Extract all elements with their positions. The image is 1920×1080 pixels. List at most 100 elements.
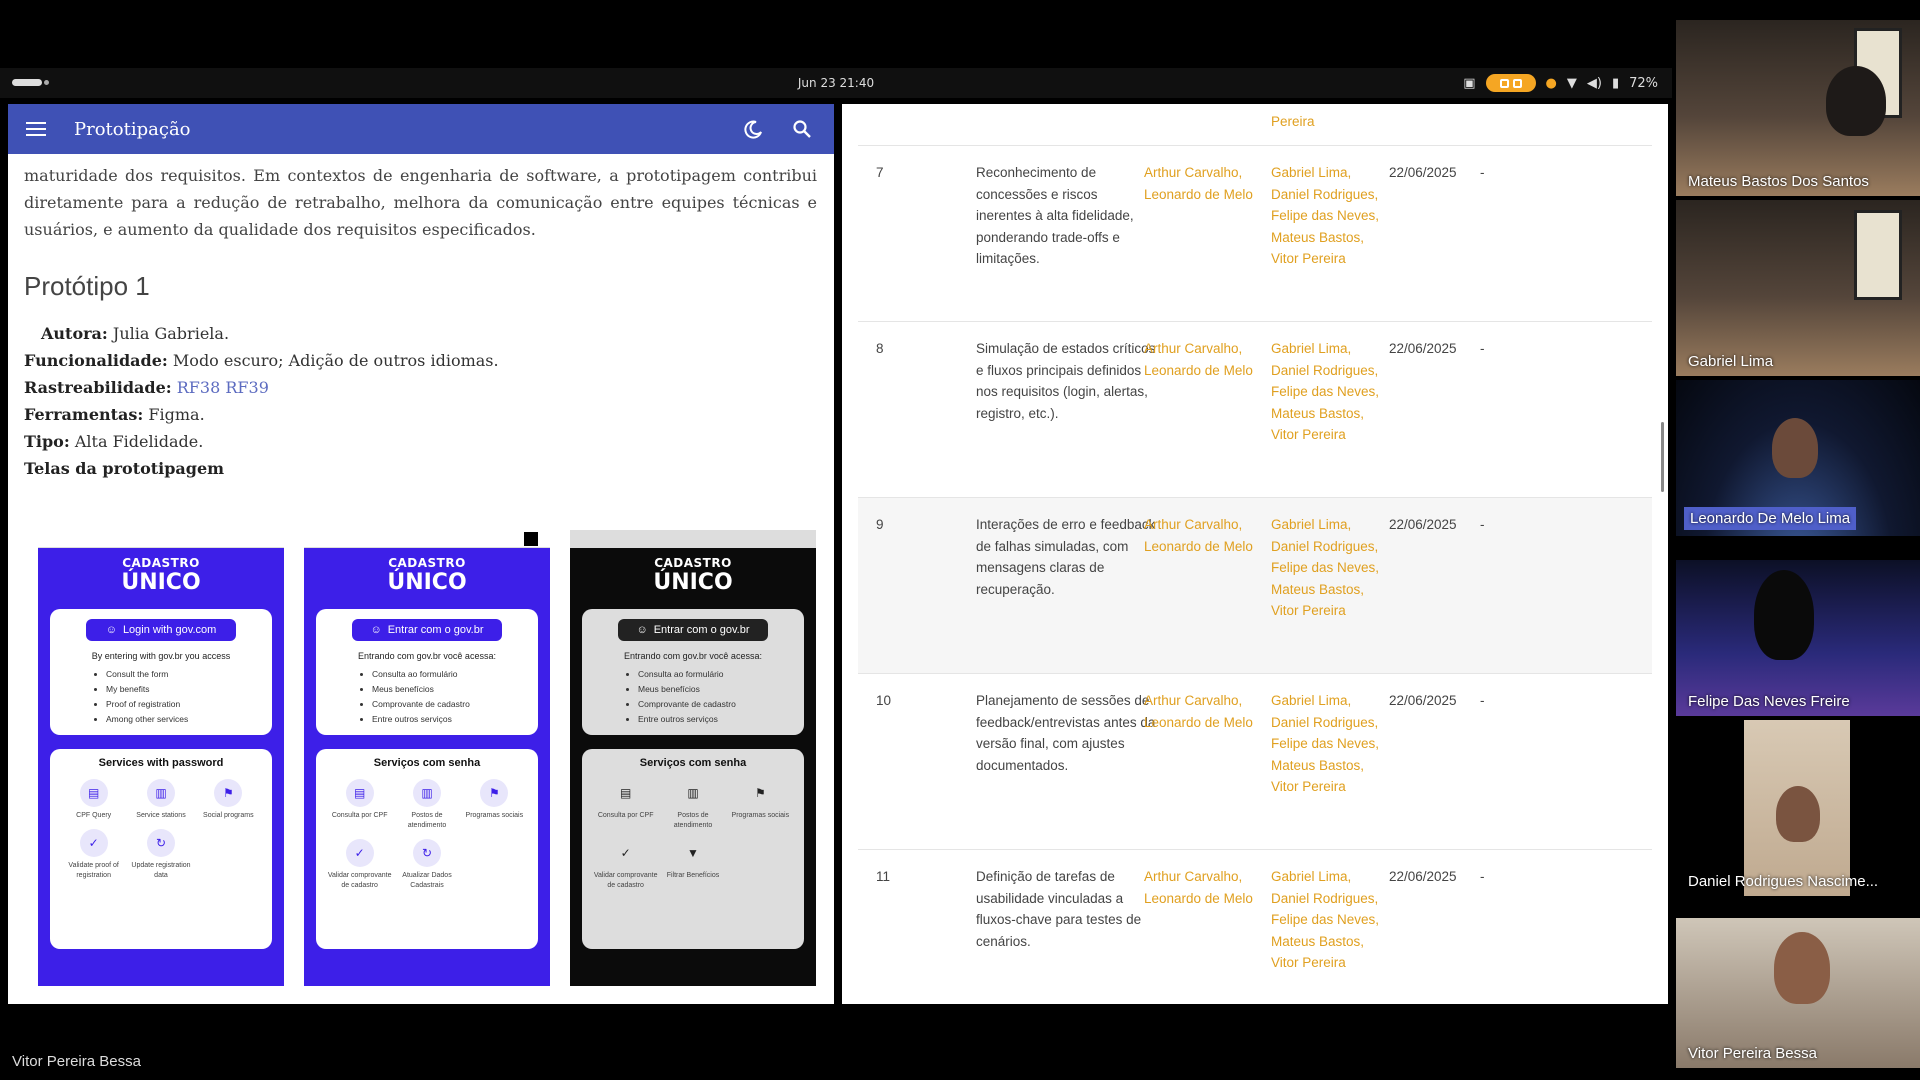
service-icon: ↻ xyxy=(146,829,175,857)
login-button[interactable]: ☺ Entrar com o gov.br xyxy=(352,619,502,641)
service-item[interactable]: ▤ Consulta por CPF xyxy=(326,779,393,831)
participant-tile[interactable]: Gabriel Lima xyxy=(1676,200,1920,376)
services-card: Services with password ▤ CPF Query ▥ Servic… xyxy=(50,749,272,949)
row-number: 8 xyxy=(876,341,884,356)
responsible-links[interactable]: Arthur Carvalho, Leonardo de Melo xyxy=(1144,338,1254,381)
service-label: Consulta por CPF xyxy=(597,812,654,819)
benefit-item: Proof of registration xyxy=(106,697,258,712)
link-rf38[interactable]: RF38 xyxy=(177,378,221,397)
participant-links[interactable]: Gabriel Lima, Daniel Rodrigues, Felipe d… xyxy=(1271,866,1381,974)
system-clock[interactable]: Jun 23 21:40 xyxy=(0,76,1672,90)
responsible-links[interactable]: Arthur Carvalho, Leonardo de Melo xyxy=(1144,690,1254,733)
row-date: 22/06/2025 xyxy=(1389,693,1457,708)
service-label: Validar comprovante de cadastro xyxy=(327,872,392,889)
service-label: Validate proof of registration xyxy=(68,862,119,879)
services-card: Serviços com senha ▤ Consulta por CPF ▥ Pos… xyxy=(582,749,804,949)
participant-links[interactable]: Gabriel Lima, Daniel Rodrigues, Felipe d… xyxy=(1271,162,1381,270)
participant-link[interactable]: Pereira xyxy=(1271,114,1315,129)
service-icon: ▤ xyxy=(345,779,374,807)
participant-figure xyxy=(1774,932,1830,1004)
recording-indicator[interactable] xyxy=(1485,74,1536,92)
table-window: Pereira 7 Reconhecimento de concessões e… xyxy=(842,104,1668,1004)
participant-name: Vitor Pereira Bessa xyxy=(1688,1045,1817,1062)
participant-links[interactable]: Gabriel Lima, Daniel Rodrigues, Felipe d… xyxy=(1271,338,1381,446)
row-status: - xyxy=(1480,165,1485,180)
service-item[interactable]: ✓ Validar comprovante de cadastro xyxy=(592,839,659,891)
menu-icon[interactable] xyxy=(26,122,46,136)
login-button[interactable]: ☺ Login with gov.com xyxy=(86,619,236,641)
author-label: Autora: xyxy=(41,324,108,343)
benefit-item: Consulta ao formulário xyxy=(638,667,790,682)
service-item[interactable]: ▥ Postos de atendimento xyxy=(659,779,726,831)
dark-mode-toggle-icon[interactable] xyxy=(740,115,768,143)
responsible-links[interactable]: Arthur Carvalho, Leonardo de Melo xyxy=(1144,866,1254,909)
row-description: Definição de tarefas de usabilidade vinc… xyxy=(976,869,1142,949)
type-value: Alta Fidelidade. xyxy=(74,432,204,451)
responsible-links[interactable]: Arthur Carvalho, Leonardo de Melo xyxy=(1144,162,1254,205)
service-item[interactable]: ▥ Postos de atendimento xyxy=(393,779,460,831)
table-row: 8 Simulação de estados críticos e fluxos… xyxy=(858,322,1652,498)
service-icon: ⚑ xyxy=(480,779,509,807)
system-tray[interactable]: ▣ ● ▼ ◀) ▮ 72% xyxy=(1463,74,1658,92)
service-item[interactable]: ⚑ Programas sociais xyxy=(461,779,528,831)
service-item[interactable]: ▼ Filtrar Benefícios xyxy=(659,839,726,891)
tools-label: Ferramentas: xyxy=(24,405,144,424)
user-icon: ☺ xyxy=(636,624,648,636)
prototype-body: CADASTRO ÚNICO ☺ Login with gov.com By e… xyxy=(38,548,284,986)
screen-share-icon[interactable]: ▣ xyxy=(1463,76,1475,91)
participant-links[interactable]: Gabriel Lima, Daniel Rodrigues, Felipe d… xyxy=(1271,514,1381,622)
login-card: ☺ Entrar com o gov.br Entrando com gov.b… xyxy=(582,609,804,735)
participant-tile[interactable]: Mateus Bastos Dos Santos xyxy=(1676,20,1920,196)
responsible-links[interactable]: Arthur Carvalho, Leonardo de Melo xyxy=(1144,514,1254,557)
service-item[interactable]: ✓ Validate proof of registration xyxy=(60,829,127,881)
service-item[interactable]: ▤ CPF Query xyxy=(60,779,127,821)
prototype-screen: CADASTRO ÚNICO ☺ Entrar com o gov.br Ent… xyxy=(304,530,550,986)
benefit-item: Comprovante de cadastro xyxy=(372,697,524,712)
prototype-status-bar xyxy=(38,530,284,548)
login-button[interactable]: ☺ Entrar com o gov.br xyxy=(618,619,768,641)
user-icon: ☺ xyxy=(370,624,382,636)
link-rf39[interactable]: RF39 xyxy=(225,378,269,397)
microphone-icon[interactable]: ● xyxy=(1546,76,1557,91)
participant-links[interactable]: Gabriel Lima, Daniel Rodrigues, Felipe d… xyxy=(1271,690,1381,798)
prototype-body: CADASTRO ÚNICO ☺ Entrar com o gov.br Ent… xyxy=(570,548,816,986)
prototype-metadata: Autora: Julia Gabriela. Funcionalidade: … xyxy=(24,320,817,482)
benefit-item: Among other services xyxy=(106,712,258,727)
benefit-item: Consulta ao formulário xyxy=(372,667,524,682)
benefits-list: Consulta ao formulárioMeus benefíciosCom… xyxy=(596,667,790,727)
benefit-item: Meus benefícios xyxy=(638,682,790,697)
header-top-label: CADASTRO xyxy=(654,556,732,570)
service-icon: ▥ xyxy=(687,786,699,800)
participant-name: Gabriel Lima xyxy=(1688,353,1774,370)
prototype-header: CADASTRO ÚNICO xyxy=(582,548,804,595)
participant-tile-active[interactable]: Leonardo De Melo Lima xyxy=(1676,380,1920,536)
participant-tile[interactable]: Felipe Das Neves Freire xyxy=(1676,560,1920,716)
service-item[interactable]: ↻ Update registration data xyxy=(127,829,194,881)
participant-tile[interactable]: Daniel Rodrigues Nascime... xyxy=(1676,720,1920,896)
service-item[interactable]: ↻ Atualizar Dados Cadastrais xyxy=(393,839,460,891)
system-top-bar: Jun 23 21:40 ▣ ● ▼ ◀) ▮ 72% xyxy=(0,68,1672,98)
service-label: Service stations xyxy=(136,812,186,819)
service-icon: ✓ xyxy=(620,846,631,860)
services-title: Serviços com senha xyxy=(373,757,481,769)
scrollbar[interactable] xyxy=(1661,422,1664,492)
service-item[interactable]: ▥ Service stations xyxy=(127,779,194,821)
service-item[interactable]: ✓ Validar comprovante de cadastro xyxy=(326,839,393,891)
row-number: 9 xyxy=(876,517,884,532)
wifi-icon: ▼ xyxy=(1566,75,1577,91)
service-label: Atualizar Dados Cadastrais xyxy=(402,872,452,889)
service-item[interactable]: ▤ Consulta por CPF xyxy=(592,779,659,831)
row-status: - xyxy=(1480,693,1485,708)
search-icon[interactable] xyxy=(788,115,816,143)
table-row: 10 Planejamento de sessões de feedback/e… xyxy=(858,674,1652,850)
volume-icon: ◀) xyxy=(1586,75,1602,91)
services-title: Services with password xyxy=(98,757,224,769)
row-status: - xyxy=(1480,341,1485,356)
row-date: 22/06/2025 xyxy=(1389,165,1457,180)
service-item[interactable]: ⚑ Social programs xyxy=(195,779,262,821)
type-label: Tipo: xyxy=(24,432,70,451)
participant-tile[interactable]: Vitor Pereira Bessa xyxy=(1676,918,1920,1068)
participant-figure xyxy=(1776,786,1820,842)
row-date: 22/06/2025 xyxy=(1389,869,1457,884)
service-item[interactable]: ⚑ Programas sociais xyxy=(727,779,794,831)
